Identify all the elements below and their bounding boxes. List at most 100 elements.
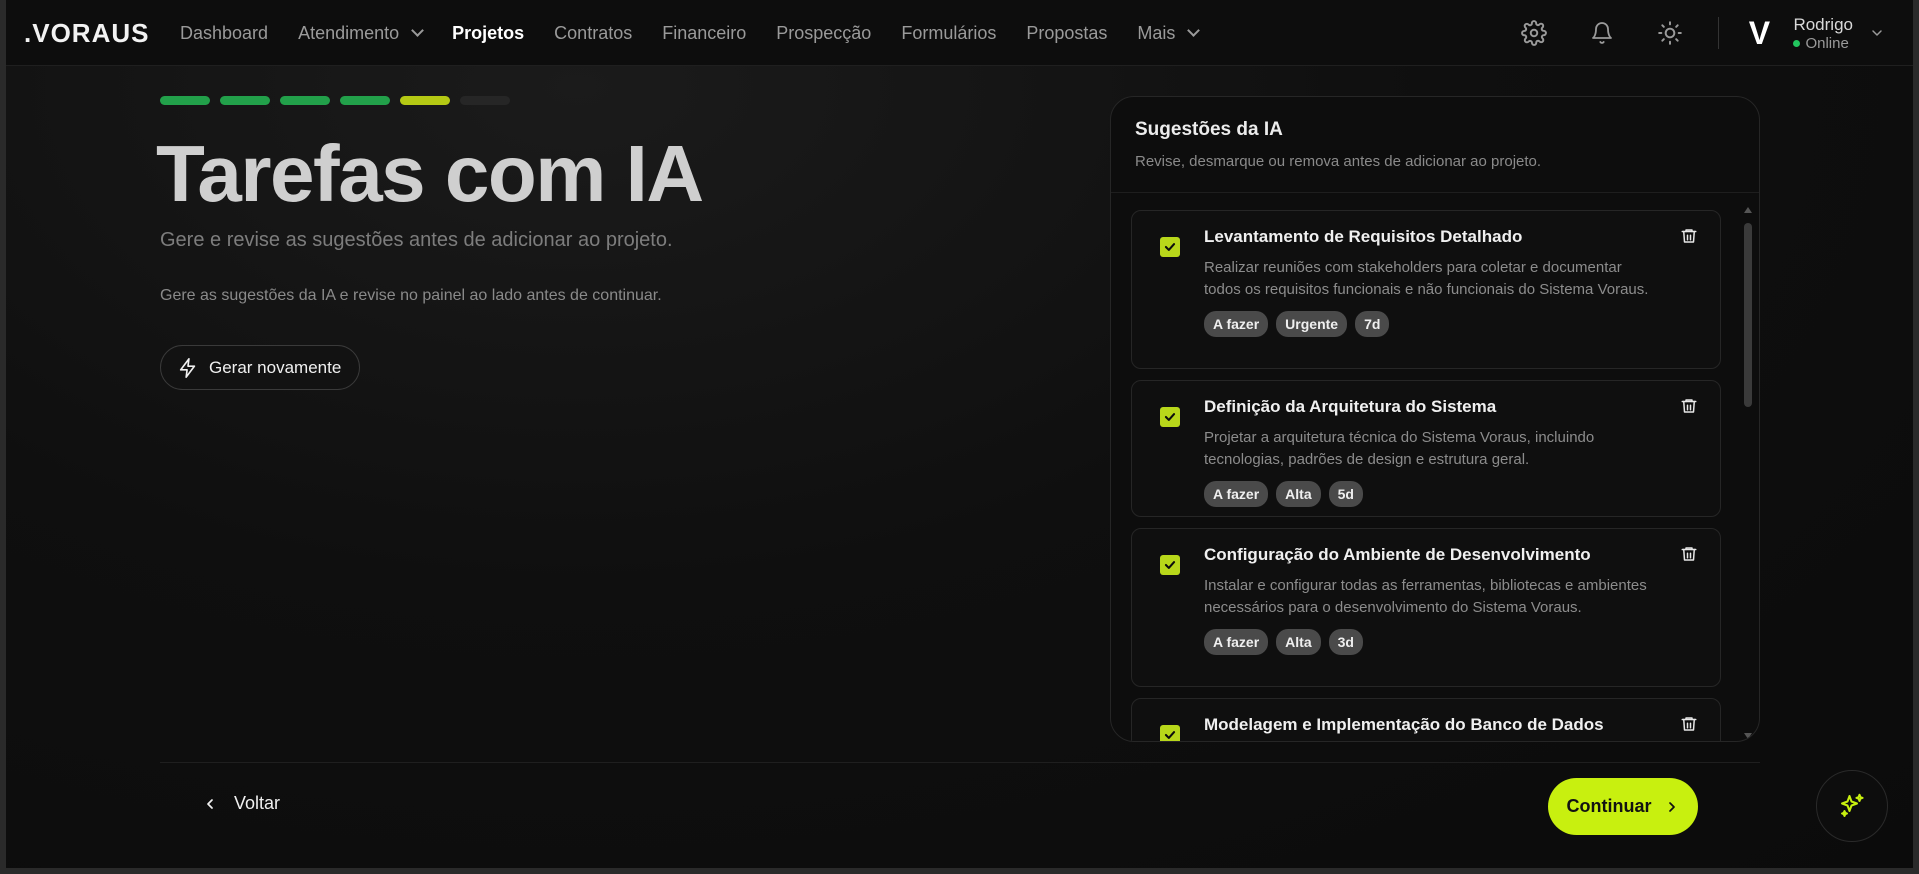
delete-suggestion-button[interactable] xyxy=(1680,227,1698,250)
status-badge: A fazer xyxy=(1204,629,1269,655)
nav-item-label: Atendimento xyxy=(298,22,400,43)
suggestion-tags: A fazer Alta 3d xyxy=(1204,629,1660,655)
step-indicator-done xyxy=(220,96,270,105)
regenerate-label: Gerar novamente xyxy=(209,357,342,377)
suggestion-description: Projetar a arquitetura técnica do Sistem… xyxy=(1204,429,1595,468)
app-window: .VORAUS Dashboard Atendimento Projetos C… xyxy=(6,0,1913,868)
panel-description: Revise, desmarque ou remova antes de adi… xyxy=(1135,153,1542,170)
theme-toggle-button[interactable] xyxy=(1650,13,1690,53)
scroll-down-arrow-icon[interactable] xyxy=(1744,733,1752,739)
nav-item-label: Prospecção xyxy=(776,22,872,43)
priority-badge: Alta xyxy=(1276,629,1321,655)
duration-badge: 7d xyxy=(1355,311,1390,337)
step-indicator-current xyxy=(400,96,450,105)
nav-actions: V Rodrigo Online xyxy=(1500,0,1913,66)
avatar[interactable]: V xyxy=(1741,15,1777,51)
suggestion-checkbox[interactable] xyxy=(1160,555,1180,575)
nav-item-propostas[interactable]: Propostas xyxy=(1026,23,1107,44)
suggestion-card: Configuração do Ambiente de Desenvolvime… xyxy=(1131,528,1721,687)
panel-scrollbar[interactable] xyxy=(1743,207,1753,739)
nav-item-label: Propostas xyxy=(1026,22,1108,43)
check-icon xyxy=(1164,561,1176,569)
panel-header: Sugestões da IA Revise, desmarque ou rem… xyxy=(1111,97,1759,193)
notifications-button[interactable] xyxy=(1582,13,1622,53)
settings-button[interactable] xyxy=(1514,13,1554,53)
nav-item-label: Projetos xyxy=(452,22,525,43)
suggestion-checkbox[interactable] xyxy=(1160,237,1180,257)
scroll-thumb[interactable] xyxy=(1744,223,1752,407)
trash-icon xyxy=(1681,399,1697,413)
lightning-icon xyxy=(179,357,196,378)
step-progress xyxy=(160,96,510,105)
online-dot-icon xyxy=(1793,39,1801,47)
nav-item-dashboard[interactable]: Dashboard xyxy=(180,23,268,44)
trash-icon xyxy=(1681,547,1697,561)
regenerate-button[interactable]: Gerar novamente xyxy=(160,345,361,390)
page-title: Tarefas com IA xyxy=(156,129,704,218)
continue-button[interactable]: Continuar xyxy=(1548,778,1698,835)
suggestion-card: Levantamento de Requisitos Detalhado Rea… xyxy=(1131,210,1721,369)
sparkles-icon xyxy=(1841,793,1864,817)
chevron-right-icon xyxy=(1668,801,1675,812)
back-button[interactable]: Voltar xyxy=(202,793,280,814)
user-name: Rodrigo xyxy=(1793,14,1853,34)
suggestion-title: Definição da Arquitetura do Sistema xyxy=(1204,397,1497,416)
nav-divider xyxy=(1718,17,1720,49)
nav-item-prospeccao[interactable]: Prospecção xyxy=(776,23,871,44)
nav-item-formularios[interactable]: Formulários xyxy=(901,23,996,44)
delete-suggestion-button[interactable] xyxy=(1680,397,1698,420)
user-status-label: Online xyxy=(1805,34,1849,52)
footer-divider xyxy=(160,762,1760,763)
page-subtitle: Gere e revise as sugestões antes de adic… xyxy=(160,229,673,251)
nav-item-atendimento[interactable]: Atendimento xyxy=(298,22,425,44)
suggestion-checkbox[interactable] xyxy=(1160,407,1180,427)
back-label: Voltar xyxy=(234,793,281,813)
user-status: Online xyxy=(1793,35,1853,52)
nav-item-financeiro[interactable]: Financeiro xyxy=(662,23,746,44)
nav-item-label: Mais xyxy=(1137,22,1176,43)
ai-assistant-button[interactable] xyxy=(1816,770,1888,842)
nav-item-label: Dashboard xyxy=(180,22,269,43)
suggestion-description: Instalar e configurar todas as ferrament… xyxy=(1204,577,1647,616)
suggestion-description: Realizar reuniões com stakeholders para … xyxy=(1204,259,1649,298)
user-info[interactable]: Rodrigo Online xyxy=(1793,15,1853,52)
check-icon xyxy=(1164,243,1176,251)
nav-item-label: Formulários xyxy=(901,22,997,43)
chevron-left-icon xyxy=(207,798,213,809)
suggestion-title: Levantamento de Requisitos Detalhado xyxy=(1204,227,1523,246)
delete-suggestion-button[interactable] xyxy=(1680,715,1698,738)
gear-icon xyxy=(1521,20,1548,46)
chevron-down-icon xyxy=(1187,24,1201,37)
step-indicator-done xyxy=(160,96,210,105)
page-hint: Gere as sugestões da IA e revise no pain… xyxy=(160,287,662,304)
check-icon xyxy=(1164,413,1176,421)
suggestion-checkbox[interactable] xyxy=(1160,725,1180,741)
suggestions-list: Levantamento de Requisitos Detalhado Rea… xyxy=(1131,210,1721,741)
panel-title: Sugestões da IA xyxy=(1135,119,1283,140)
chevron-down-icon xyxy=(411,24,425,37)
suggestion-tags: A fazer Alta 5d xyxy=(1204,481,1660,507)
brand-logo[interactable]: .VORAUS xyxy=(24,18,149,49)
status-badge: A fazer xyxy=(1204,481,1269,507)
step-indicator-todo xyxy=(460,96,510,105)
check-icon xyxy=(1164,731,1176,739)
nav-item-contratos[interactable]: Contratos xyxy=(554,23,632,44)
trash-icon xyxy=(1681,229,1697,243)
step-indicator-done xyxy=(280,96,330,105)
duration-badge: 3d xyxy=(1328,629,1363,655)
status-badge: A fazer xyxy=(1204,311,1269,337)
suggestion-card: Modelagem e Implementação do Banco de Da… xyxy=(1131,698,1721,741)
continue-label: Continuar xyxy=(1566,796,1652,816)
suggestion-title: Configuração do Ambiente de Desenvolvime… xyxy=(1204,545,1591,564)
nav-item-mais[interactable]: Mais xyxy=(1137,22,1201,44)
chevron-down-icon[interactable] xyxy=(1869,25,1885,41)
main-nav: Dashboard Atendimento Projetos Contratos… xyxy=(180,0,1228,66)
top-navbar: .VORAUS Dashboard Atendimento Projetos C… xyxy=(6,0,1913,66)
delete-suggestion-button[interactable] xyxy=(1680,545,1698,568)
ai-suggestions-panel: Sugestões da IA Revise, desmarque ou rem… xyxy=(1110,96,1760,742)
nav-item-projetos[interactable]: Projetos xyxy=(452,23,524,44)
step-indicator-done xyxy=(340,96,390,105)
scroll-up-arrow-icon[interactable] xyxy=(1744,207,1752,213)
trash-icon xyxy=(1681,717,1697,731)
nav-item-label: Financeiro xyxy=(662,22,747,43)
